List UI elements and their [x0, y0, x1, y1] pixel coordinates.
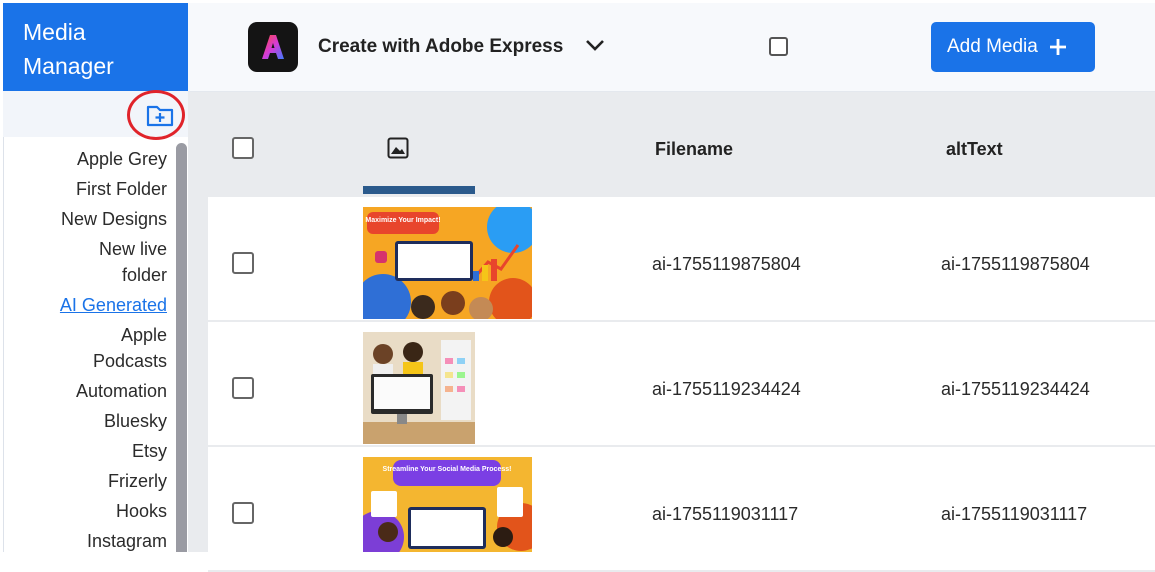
- folder-item-automation[interactable]: Automation: [4, 378, 174, 404]
- folder-item-etsy[interactable]: Etsy: [4, 438, 174, 464]
- chevron-down-icon[interactable]: [584, 37, 606, 53]
- folder-item-new-designs[interactable]: New Designs: [4, 206, 174, 232]
- folder-item-apple-cont[interactable]: Podcasts: [4, 348, 174, 374]
- adobe-express-a-icon: [262, 35, 284, 59]
- folder-item-frizerly[interactable]: Frizerly: [4, 468, 174, 494]
- row-thumbnail[interactable]: [363, 332, 475, 444]
- folder-item-ai-generated[interactable]: AI Generated: [4, 292, 174, 318]
- plus-icon: [1049, 39, 1066, 55]
- add-media-button[interactable]: Add Media: [931, 22, 1095, 72]
- new-folder-icon[interactable]: [146, 103, 174, 127]
- previous-row-thumbnail: [363, 186, 475, 194]
- folder-list: Apple Grey First Folder New Designs New …: [3, 137, 174, 552]
- thumb-title: Streamline Your Social Media Process!: [383, 466, 512, 473]
- sidebar-title-line1: Media: [23, 19, 86, 45]
- row-alttext: ai-1755119234424: [941, 379, 1090, 399]
- column-header-filename[interactable]: Filename: [655, 139, 733, 160]
- folder-item-new-live[interactable]: New live: [4, 236, 174, 262]
- row-alttext: ai-1755119875804: [941, 254, 1090, 274]
- row-filename: ai-1755119031117: [652, 504, 799, 524]
- row-filename: ai-1755119875804: [652, 254, 801, 274]
- folder-item-apple-grey[interactable]: Apple Grey: [4, 146, 174, 172]
- row-checkbox[interactable]: [232, 502, 254, 524]
- folder-item-hooks[interactable]: Hooks: [4, 498, 174, 524]
- thumb-title: Maximize Your Impact!: [365, 217, 440, 224]
- sidebar-title: Media Manager: [3, 3, 188, 91]
- header-checkbox[interactable]: [769, 37, 788, 56]
- row-thumbnail[interactable]: Maximize Your Impact!: [363, 207, 532, 319]
- image-column-icon: [387, 137, 409, 159]
- adobe-express-logo[interactable]: [248, 22, 298, 72]
- row-checkbox[interactable]: [232, 377, 254, 399]
- sidebar-scrollbar[interactable]: [176, 143, 187, 552]
- folder-item-new-live-cont[interactable]: folder: [4, 262, 174, 288]
- folder-item-instagram[interactable]: Instagram: [4, 528, 174, 552]
- column-header-alttext[interactable]: altText: [946, 139, 1003, 160]
- sidebar-title-line2: Manager: [23, 53, 114, 79]
- folder-item-first-folder[interactable]: First Folder: [4, 176, 174, 202]
- add-media-label: Add Media: [947, 36, 1038, 57]
- folder-item-bluesky[interactable]: Bluesky: [4, 408, 174, 434]
- folder-item-apple[interactable]: Apple: [4, 322, 174, 348]
- row-filename: ai-1755119234424: [652, 379, 801, 399]
- row-thumbnail[interactable]: Streamline Your Social Media Process!: [363, 457, 532, 552]
- row-checkbox[interactable]: [232, 252, 254, 274]
- adobe-express-label[interactable]: Create with Adobe Express: [318, 36, 563, 58]
- row-alttext: ai-1755119031117: [941, 504, 1088, 524]
- select-all-checkbox[interactable]: [232, 137, 254, 159]
